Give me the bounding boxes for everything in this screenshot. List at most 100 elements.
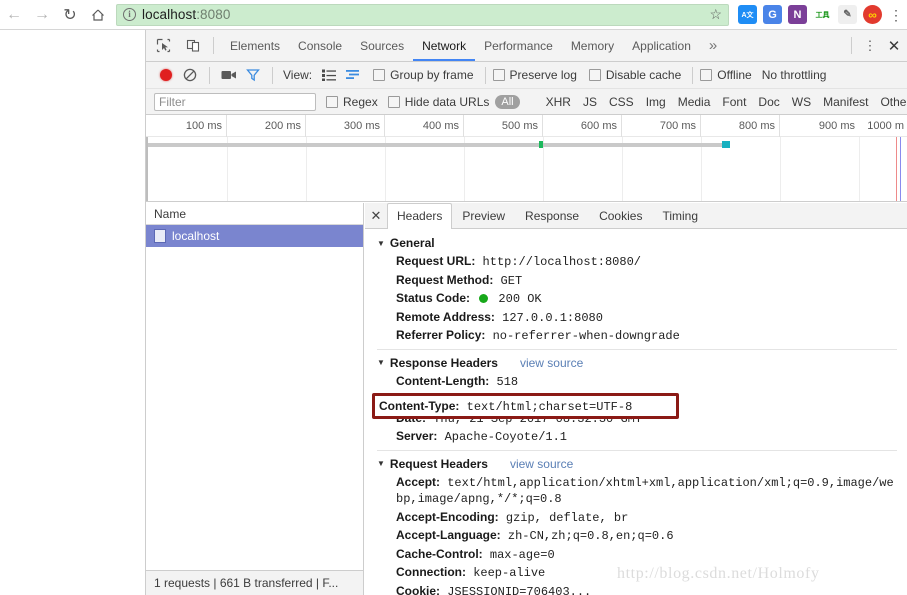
request-list-column-header[interactable]: Name [146, 203, 363, 225]
camera-button[interactable] [217, 63, 241, 87]
filter-js[interactable]: JS [583, 95, 597, 109]
header-key: Status Code: [396, 291, 471, 305]
detail-tab-timing[interactable]: Timing [652, 203, 708, 228]
translate-extension-icon[interactable]: A文 [738, 5, 757, 24]
filter-all-pill[interactable]: All [495, 94, 520, 109]
header-row-request-url: Request URL: http://localhost:8080/ [365, 253, 907, 272]
header-row-server: Server: Apache-Coyote/1.1 [365, 428, 907, 447]
detail-tab-response[interactable]: Response [515, 203, 589, 228]
tab-console[interactable]: Console [289, 30, 351, 61]
bookmark-star-icon[interactable]: ☆ [709, 6, 722, 23]
offline-checkbox[interactable] [700, 69, 713, 81]
filter-xhr[interactable]: XHR [546, 95, 571, 109]
tab-sources[interactable]: Sources [351, 30, 413, 61]
more-tabs-icon[interactable]: » [700, 30, 726, 62]
chrome-menu-icon[interactable]: ⋮ [885, 8, 907, 22]
header-row-accept-encoding: Accept-Encoding: gzip, deflate, br [365, 509, 907, 528]
waterfall-view-icon[interactable] [341, 63, 365, 87]
toolbar-separator [213, 37, 214, 54]
tab-application[interactable]: Application [623, 30, 700, 61]
offline-checkbox-wrap[interactable]: Offline [700, 68, 752, 82]
section-request-headers-title: Request Headers [389, 456, 488, 471]
regex-checkbox-wrap[interactable]: Regex [326, 95, 378, 109]
filter-img[interactable]: Img [646, 95, 666, 109]
header-value: text/html,application/xhtml+xml,applicat… [396, 475, 894, 507]
detail-tab-preview[interactable]: Preview [452, 203, 515, 228]
net-toolbar-separator-3 [484, 66, 486, 84]
throttling-select[interactable]: No throttling [762, 68, 827, 82]
chevron-down-icon: ▼ [377, 358, 385, 367]
hide-data-urls-checkbox[interactable] [387, 95, 400, 108]
detail-tab-cookies[interactable]: Cookies [589, 203, 652, 228]
forward-arrow-icon[interactable]: → [28, 1, 56, 29]
filter-css[interactable]: CSS [609, 95, 634, 109]
group-by-frame-checkbox-wrap[interactable]: Group by frame [373, 68, 474, 82]
back-arrow-icon[interactable]: ← [0, 1, 28, 29]
tab-performance[interactable]: Performance [475, 30, 562, 61]
header-key: Accept-Language: [396, 528, 501, 542]
close-detail-icon[interactable]: ✕ [365, 203, 387, 228]
preserve-log-checkbox[interactable] [492, 69, 505, 81]
network-overview-timeline[interactable]: 100 ms 200 ms 300 ms 400 ms 500 ms 600 m… [146, 115, 907, 202]
view-source-link-request[interactable]: view source [510, 457, 573, 471]
google-translate-extension-icon[interactable]: G [763, 5, 782, 24]
header-key: Referrer Policy: [396, 328, 486, 342]
home-icon[interactable] [84, 1, 112, 29]
tab-elements[interactable]: Elements [221, 30, 289, 61]
inspect-element-icon[interactable] [150, 33, 176, 59]
onenote-extension-icon[interactable]: N [788, 5, 807, 24]
view-source-link-response[interactable]: view source [520, 356, 583, 370]
overview-tick: 300 ms [306, 115, 385, 137]
disable-cache-label: Disable cache [605, 68, 682, 82]
reload-icon[interactable]: ↻ [56, 1, 84, 29]
regex-label: Regex [343, 94, 378, 109]
filter-media[interactable]: Media [678, 95, 711, 109]
header-row-request-method: Request Method: GET [365, 272, 907, 291]
funnel-button[interactable] [241, 63, 265, 87]
filter-font[interactable]: Font [722, 95, 746, 109]
preserve-log-label: Preserve log [509, 68, 577, 82]
address-bar[interactable]: i localhost:8080 ☆ [116, 3, 729, 26]
section-general-header[interactable]: ▼ General [365, 234, 907, 253]
list-view-icon[interactable] [317, 63, 341, 87]
disable-cache-checkbox-wrap[interactable]: Disable cache [588, 68, 682, 82]
filter-input[interactable]: Filter [154, 92, 316, 111]
request-row-localhost[interactable]: localhost [146, 225, 363, 247]
disable-cache-checkbox[interactable] [588, 69, 601, 81]
network-toolbar: View: Group by frame Preserve log Disabl… [146, 62, 907, 89]
tab-network[interactable]: Network [413, 30, 475, 61]
record-button[interactable] [154, 63, 178, 87]
regex-checkbox[interactable] [326, 95, 338, 108]
header-value: gzip, deflate, br [505, 510, 629, 525]
overview-tick: 200 ms [227, 115, 306, 137]
group-by-frame-checkbox[interactable] [373, 69, 386, 81]
close-devtools-icon[interactable]: ✕ [881, 37, 907, 55]
devtools-menu-icon[interactable]: ⋮ [859, 39, 881, 52]
clear-button[interactable] [178, 63, 202, 87]
pen-extension-icon[interactable]: ✎ [838, 5, 857, 24]
filter-doc[interactable]: Doc [758, 95, 779, 109]
detail-tab-headers[interactable]: Headers [387, 203, 453, 229]
site-info-icon[interactable]: i [123, 8, 136, 21]
header-key: Request Method: [396, 272, 494, 287]
filter-manifest[interactable]: Manifest [823, 95, 868, 109]
watermark-text: http://blog.csdn.net/Holmofy [617, 565, 820, 582]
devtools-right-controls: ⋮ ✕ [844, 30, 907, 62]
group-by-frame-label: Group by frame [390, 68, 474, 82]
device-toolbar-icon[interactable] [180, 33, 206, 59]
url-text: localhost:8080 [142, 7, 230, 22]
section-general-title: General [389, 236, 435, 250]
devtip-extension-icon[interactable]: 工具 [813, 5, 832, 24]
tab-memory[interactable]: Memory [562, 30, 623, 61]
filter-other[interactable]: Other [880, 95, 907, 109]
section-request-headers-header[interactable]: ▼ Request Headers view source [365, 455, 907, 474]
filter-ws[interactable]: WS [792, 95, 811, 109]
preserve-log-checkbox-wrap[interactable]: Preserve log [492, 68, 577, 82]
section-response-headers-header[interactable]: ▼ Response Headers view source [365, 354, 907, 373]
header-key: Cookie: [396, 583, 441, 595]
header-value: 127.0.0.1:8080 [502, 310, 603, 325]
infinity-extension-icon[interactable]: ∞ [863, 5, 882, 24]
hide-data-urls-checkbox-wrap[interactable]: Hide data URLs [387, 95, 489, 109]
header-value: keep-alive [473, 566, 546, 580]
record-dot-icon [160, 69, 172, 81]
